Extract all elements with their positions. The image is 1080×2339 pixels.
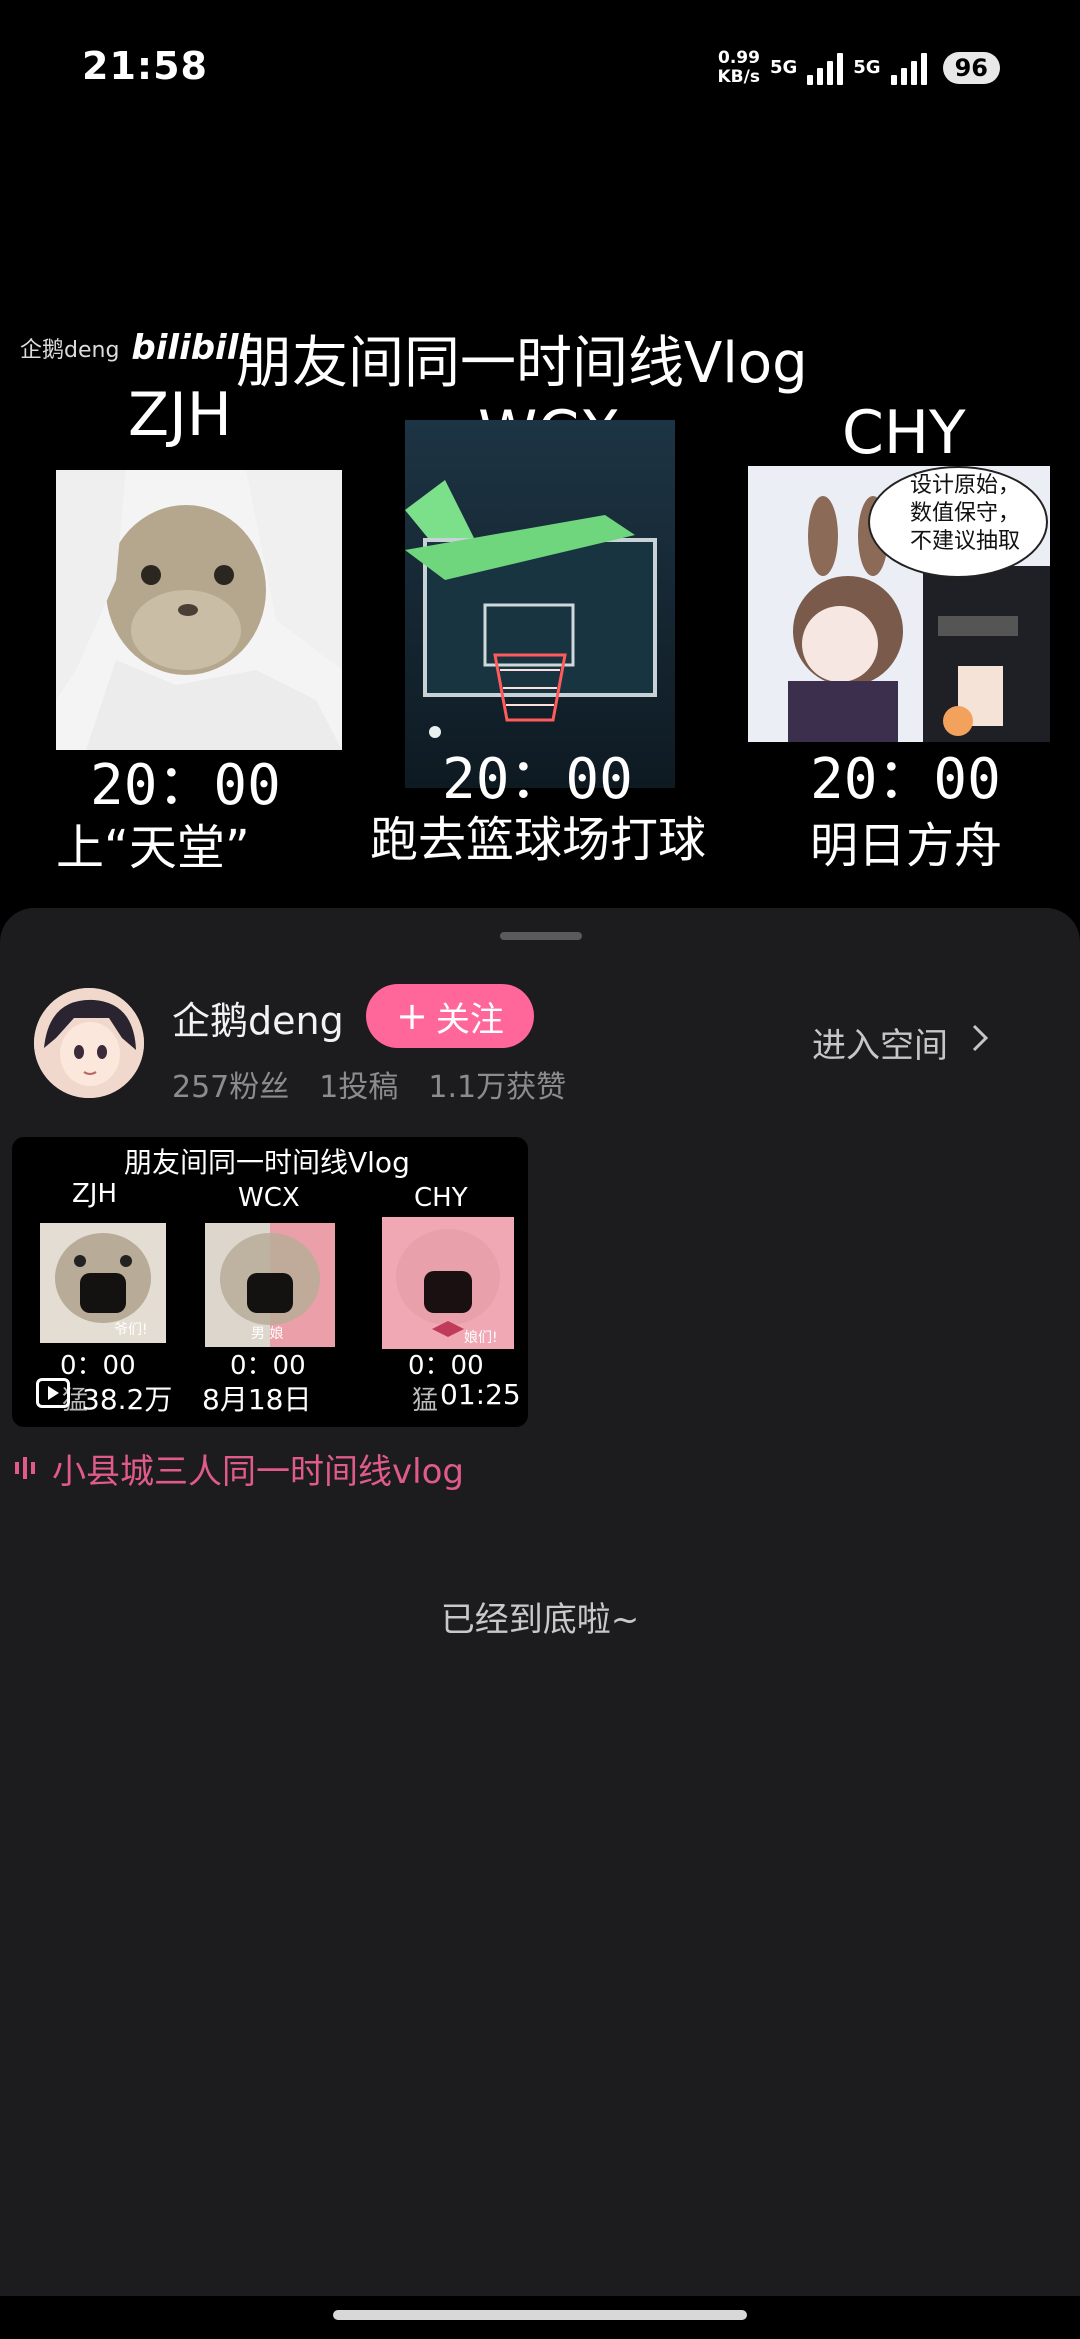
- thumb-caption-1: 爷们!: [114, 1322, 148, 1338]
- card-overlap-text-2: 猛: [412, 1386, 439, 1416]
- column-activity-zjh: 上“天堂”: [56, 820, 250, 876]
- network-type-1: 5G: [769, 57, 798, 78]
- avatar[interactable]: [34, 988, 144, 1098]
- signal-icon: [807, 51, 844, 85]
- thumb-caption-3: 娘们!: [464, 1330, 498, 1346]
- view-count: 38.2万: [82, 1383, 173, 1416]
- network-type-2: 5G: [853, 57, 881, 78]
- card-thumb-cat-2: 男 娘: [205, 1223, 335, 1347]
- upload-date: 8月18日: [202, 1383, 312, 1416]
- card-thumb-title: 朋友间同一时间线Vlog: [124, 1146, 410, 1179]
- card-name-1: ZJH: [72, 1179, 118, 1209]
- bubble-line-3: 不建议抽取: [910, 529, 1021, 554]
- enter-space-button[interactable]: 进入空间: [812, 1018, 990, 1067]
- net-speed-unit: KB/s: [717, 67, 760, 87]
- uploader-stats: 257粉丝 1投稿 1.1万获赞: [172, 1062, 566, 1106]
- column-name-chy: CHY: [842, 398, 966, 468]
- basketball-hoop-image: [405, 420, 675, 788]
- enter-space-label: 进入空间: [812, 1026, 948, 1066]
- watermark-user: 企鹅deng: [20, 338, 120, 363]
- column-time-chy: 20：00: [810, 747, 1001, 812]
- plus-icon: +: [396, 994, 428, 1038]
- column-activity-chy: 明日方舟: [810, 818, 1003, 874]
- card-name-3: CHY: [414, 1183, 468, 1213]
- card-thumb-cat-3: 娘们!: [382, 1217, 514, 1349]
- uploader-name[interactable]: 企鹅deng: [172, 990, 344, 1045]
- fans-count: 257粉丝: [172, 1070, 290, 1105]
- video-duration: 01:25: [440, 1378, 521, 1411]
- home-indicator[interactable]: [333, 2310, 747, 2320]
- posts-count: 1投稿: [319, 1070, 399, 1105]
- signal-icon-2: [890, 51, 927, 85]
- likes-count: 1.1万获赞: [428, 1070, 567, 1105]
- card-meta-bar: 猛 猛 38.2万 8月18日 01:25: [12, 1370, 528, 1427]
- chevron-right-icon: [970, 1022, 990, 1063]
- follow-label: 关注: [435, 999, 504, 1040]
- playlist-label: 小县城三人同一时间线vlog: [52, 1452, 464, 1492]
- ghost-cat-image: [56, 470, 342, 750]
- column-activity-wcx: 跑去篮球场打球: [370, 812, 707, 868]
- column-name-zjh: ZJH: [128, 380, 232, 450]
- video-watermark: 企鹅deng bilibili: [20, 328, 250, 368]
- end-of-list-text: 已经到底啦~: [440, 1600, 640, 1640]
- playlist-link[interactable]: 小县城三人同一时间线vlog: [14, 1444, 464, 1493]
- bubble-line-1: 设计原始，: [910, 473, 1021, 498]
- card-thumb-cat-1: 爷们!: [40, 1223, 166, 1343]
- comic-image: 设计原始， 数值保守， 不建议抽取: [748, 466, 1050, 742]
- battery-indicator: 96: [942, 52, 1000, 84]
- comic-bubble-text: 设计原始， 数值保守， 不建议抽取: [910, 472, 1020, 556]
- sheet-drag-handle[interactable]: [500, 932, 582, 940]
- play-icon: [36, 1378, 70, 1408]
- video-frame-title: 朋友间同一时间线Vlog: [236, 331, 808, 396]
- audio-bars-icon: [14, 1449, 36, 1489]
- bilibili-logo: bilibili: [131, 328, 251, 368]
- status-time: 21:58: [82, 44, 208, 88]
- card-name-2: WCX: [238, 1183, 300, 1213]
- net-speed: 0.99 KB/s: [718, 49, 760, 87]
- status-icons: 0.99 KB/s 5G 5G 96: [718, 44, 1000, 92]
- follow-button[interactable]: + 关注: [366, 984, 534, 1048]
- net-speed-value: 0.99: [718, 48, 760, 68]
- thumb-caption-2: 男 娘: [251, 1326, 284, 1342]
- bubble-line-2: 数值保守，: [910, 501, 1021, 526]
